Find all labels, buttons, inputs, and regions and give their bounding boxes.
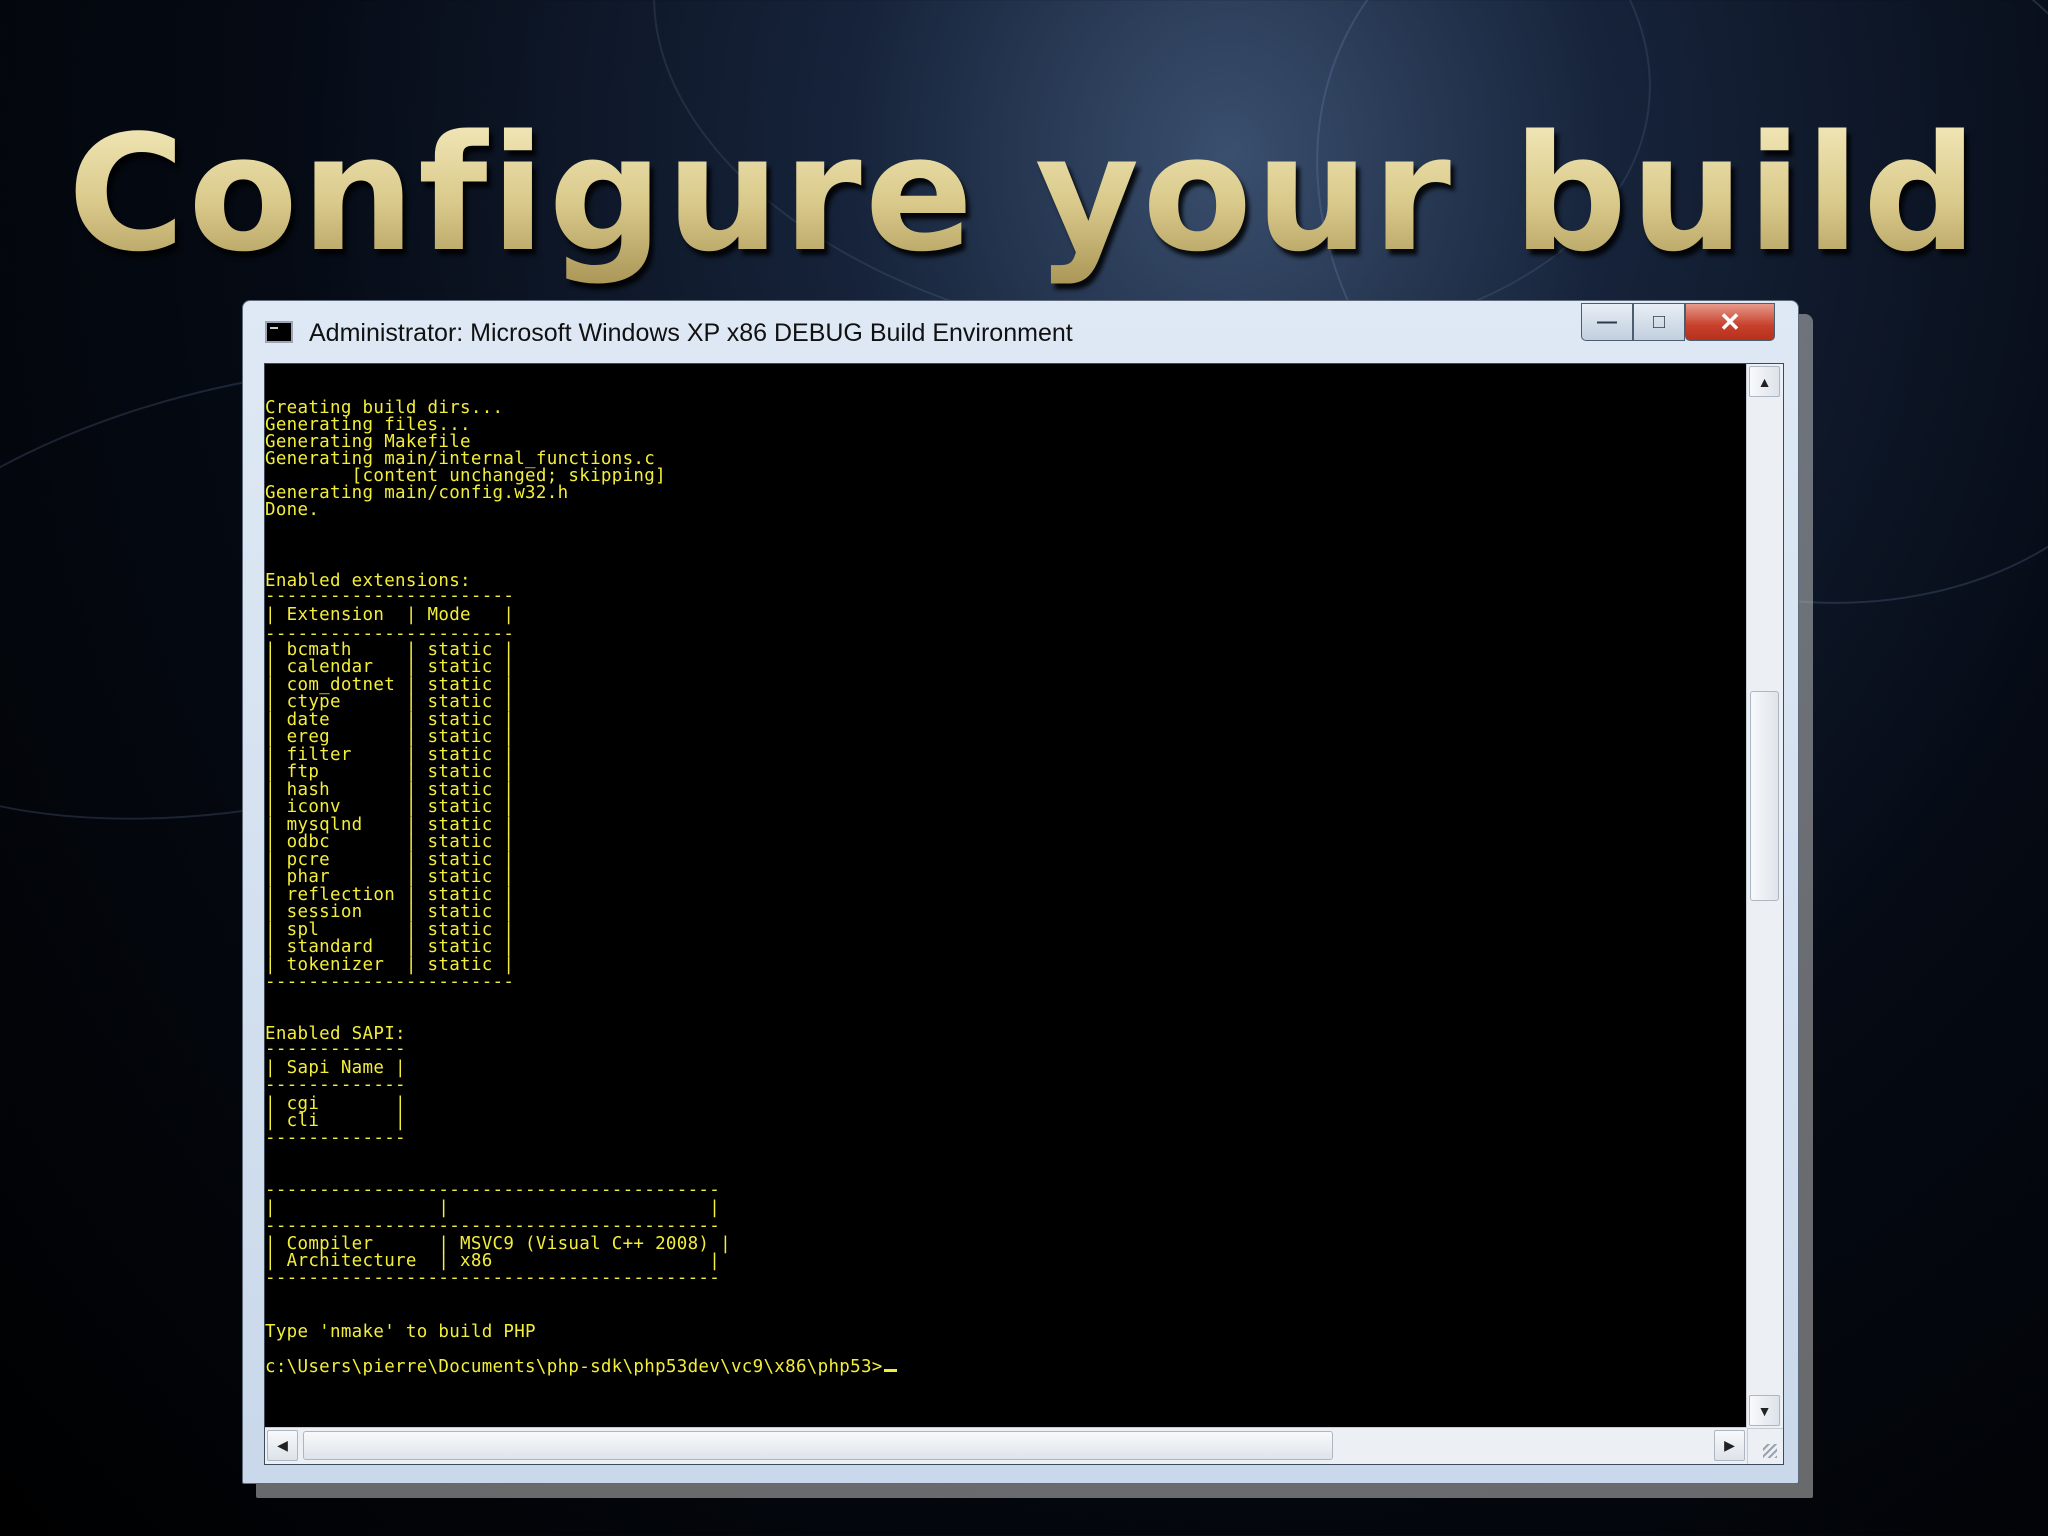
table-border: ----------------------------------------…	[265, 1216, 721, 1236]
arrow-up-icon: ▲	[1757, 373, 1772, 390]
window-title: Administrator: Microsoft Windows XP x86 …	[309, 319, 1073, 347]
table-header: | Extension | Mode |	[265, 605, 515, 625]
table-row: | standard | static |	[265, 937, 515, 957]
console-area[interactable]: Creating build dirs... Generating files.…	[264, 363, 1784, 1465]
table-border: ----------------------------------------…	[265, 1268, 721, 1288]
table-border: -----------------------	[265, 586, 515, 606]
table-border: -------------	[265, 1128, 406, 1148]
table-row: | ctype | static |	[265, 692, 515, 712]
vertical-scroll-thumb[interactable]	[1750, 691, 1779, 901]
table-row: | odbc | static |	[265, 832, 515, 852]
table-row: | iconv | static |	[265, 797, 515, 817]
table-border: -----------------------	[265, 972, 515, 992]
resize-grip-icon[interactable]	[1747, 1428, 1783, 1464]
close-button[interactable]: ✕	[1685, 303, 1775, 341]
scroll-down-button[interactable]: ▼	[1749, 1395, 1780, 1426]
arrow-left-icon: ◀	[277, 1437, 288, 1453]
slide-title: Configure your build	[0, 100, 2048, 287]
console-app-icon[interactable]	[265, 321, 293, 343]
scroll-up-button[interactable]: ▲	[1749, 366, 1780, 397]
table-row: | phar | static |	[265, 867, 515, 887]
horizontal-scroll-thumb[interactable]	[303, 1431, 1333, 1460]
scroll-left-button[interactable]: ◀	[267, 1430, 298, 1461]
window-titlebar[interactable]: Administrator: Microsoft Windows XP x86 …	[243, 301, 1798, 361]
text-cursor	[883, 1369, 897, 1372]
table-border: -------------	[265, 1039, 406, 1059]
table-row: | session | static |	[265, 902, 515, 922]
maximize-button[interactable]: □	[1633, 303, 1685, 341]
table-row: | ereg | static |	[265, 727, 515, 747]
table-border: ----------------------------------------…	[265, 1180, 721, 1200]
minimize-button[interactable]: —	[1581, 303, 1633, 341]
scroll-right-button[interactable]: ▶	[1714, 1430, 1745, 1461]
console-output[interactable]: Creating build dirs... Generating files.…	[265, 364, 1747, 1428]
arrow-down-icon: ▼	[1757, 1402, 1772, 1419]
console-line: Done.	[265, 500, 320, 520]
vertical-scrollbar[interactable]: ▲ ▼	[1746, 364, 1783, 1428]
prompt-path: c:\Users\pierre\Documents\php-sdk\php53d…	[265, 1357, 883, 1377]
console-window[interactable]: Administrator: Microsoft Windows XP x86 …	[242, 300, 1799, 1484]
arrow-right-icon: ▶	[1724, 1437, 1735, 1453]
table-border: -------------	[265, 1075, 406, 1095]
command-prompt[interactable]: c:\Users\pierre\Documents\php-sdk\php53d…	[265, 1357, 897, 1377]
table-row: | ftp | static |	[265, 762, 515, 782]
horizontal-scrollbar[interactable]: ◀ ▶	[265, 1427, 1747, 1464]
table-row: | | |	[265, 1198, 721, 1218]
console-line: Type 'nmake' to build PHP	[265, 1322, 536, 1342]
table-row: | calendar | static |	[265, 657, 515, 677]
